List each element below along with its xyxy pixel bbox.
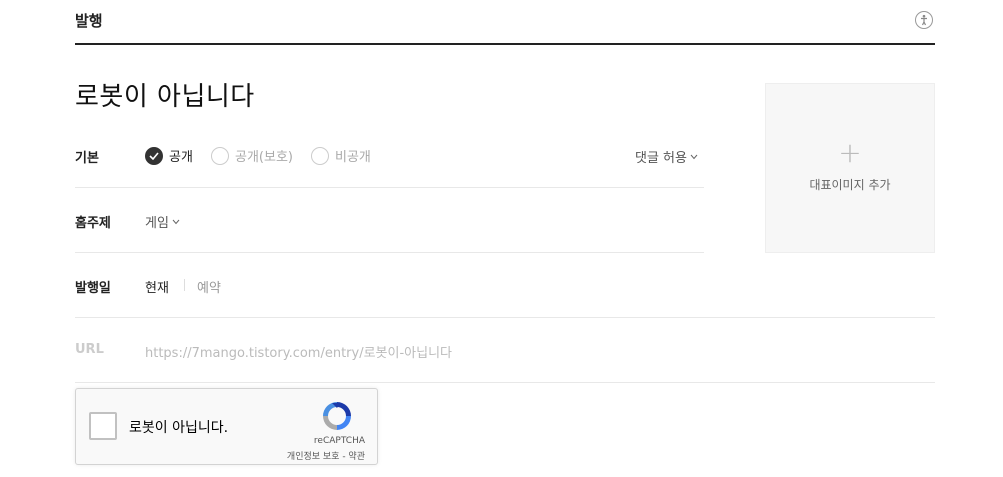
radio-circle	[211, 146, 229, 165]
recaptcha-privacy-terms-link[interactable]: 개인정보 보호 - 약관	[287, 449, 365, 462]
header-title: 발행	[75, 12, 103, 30]
recaptcha-label: 로봇이 아닙니다.	[129, 420, 229, 436]
post-title: 로봇이 아닙니다	[75, 82, 255, 112]
recaptcha-checkbox[interactable]	[89, 412, 117, 440]
topic-label: 홈주제	[75, 216, 111, 231]
chevron-down-icon	[690, 149, 698, 164]
option-separator	[184, 279, 185, 291]
visibility-label: 기본	[75, 151, 99, 166]
radio-public[interactable]: 공개	[145, 146, 193, 165]
check-icon	[145, 146, 163, 165]
comments-label: 댓글 허용	[635, 151, 687, 166]
info-icon[interactable]	[915, 11, 933, 29]
divider	[75, 252, 704, 253]
divider	[75, 382, 935, 383]
radio-private-label: 비공개	[335, 150, 371, 165]
plus-icon: +	[838, 136, 862, 169]
publish-header: 발행	[75, 0, 935, 45]
recaptcha-brand: reCAPTCHA	[313, 436, 365, 446]
thumbnail-label: 대표이미지 추가	[809, 178, 891, 192]
publish-now-option[interactable]: 현재	[145, 277, 169, 296]
radio-protected-label: 공개(보호)	[235, 150, 293, 165]
radio-protected[interactable]: 공개(보호)	[211, 146, 293, 165]
divider	[75, 187, 704, 188]
publish-reserve-option[interactable]: 예약	[197, 277, 221, 296]
topic-value: 게임	[145, 216, 169, 231]
recaptcha-widget: 로봇이 아닙니다. reCAPTCHA 개인정보 보호 - 약관	[75, 388, 378, 465]
chevron-down-icon	[172, 214, 180, 229]
url-label: URL	[75, 342, 104, 357]
person-info-glyph	[921, 14, 927, 26]
radio-public-label: 공개	[169, 150, 193, 165]
topic-dropdown[interactable]: 게임	[145, 212, 180, 231]
radio-private[interactable]: 비공개	[311, 146, 371, 165]
publish-date-label: 발행일	[75, 281, 111, 296]
radio-circle	[311, 146, 329, 165]
add-thumbnail-button[interactable]: + 대표이미지 추가	[765, 83, 935, 253]
comments-dropdown[interactable]: 댓글 허용	[635, 147, 698, 166]
url-value: https://7mango.tistory.com/entry/로봇이-아닙니…	[145, 346, 453, 361]
divider	[75, 317, 935, 318]
recaptcha-logo-icon	[323, 402, 351, 430]
